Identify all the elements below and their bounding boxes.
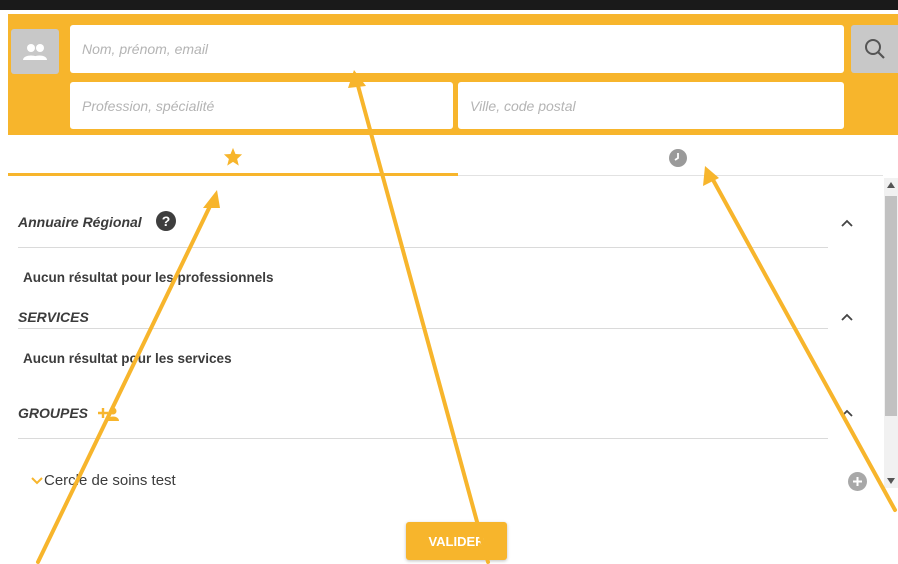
tab-divider	[458, 175, 883, 176]
section-divider	[18, 247, 828, 248]
profession-input[interactable]	[70, 82, 453, 129]
add-group-icon[interactable]	[96, 403, 120, 423]
top-bar	[0, 0, 898, 10]
chevron-down-icon[interactable]	[30, 476, 44, 486]
search-icon	[864, 39, 885, 59]
scroll-down-arrow-icon[interactable]	[886, 477, 896, 485]
search-panel	[8, 14, 898, 135]
city-input[interactable]	[458, 82, 844, 129]
group-item[interactable]: Cercle de soins test	[44, 472, 176, 489]
section-title-services: SERVICES	[18, 309, 89, 325]
empty-professionals-message: Aucun résultat pour les professionnels	[23, 270, 274, 285]
group-toggle-button[interactable]	[11, 29, 59, 74]
chevron-up-icon[interactable]	[840, 408, 854, 418]
chevron-up-icon[interactable]	[840, 312, 854, 322]
tab-favorites[interactable]	[8, 140, 458, 176]
empty-services-message: Aucun résultat pour les services	[23, 351, 232, 366]
section-divider	[18, 328, 828, 329]
validate-button[interactable]: VALIDER	[406, 522, 507, 560]
chevron-up-icon[interactable]	[840, 218, 854, 228]
name-search-input[interactable]	[70, 25, 844, 73]
add-member-icon[interactable]	[848, 472, 867, 491]
star-icon	[223, 147, 243, 166]
search-button[interactable]	[851, 25, 898, 73]
section-divider	[18, 438, 828, 439]
section-title-regional: Annuaire Régional	[18, 214, 142, 230]
clock-icon	[669, 149, 687, 167]
scroll-up-arrow-icon[interactable]	[886, 181, 896, 189]
scrollbar-thumb[interactable]	[885, 196, 897, 416]
help-icon[interactable]: ?	[156, 211, 176, 231]
users-icon	[23, 43, 47, 60]
tab-history[interactable]	[458, 140, 898, 176]
section-title-groups: GROUPES	[18, 405, 89, 421]
